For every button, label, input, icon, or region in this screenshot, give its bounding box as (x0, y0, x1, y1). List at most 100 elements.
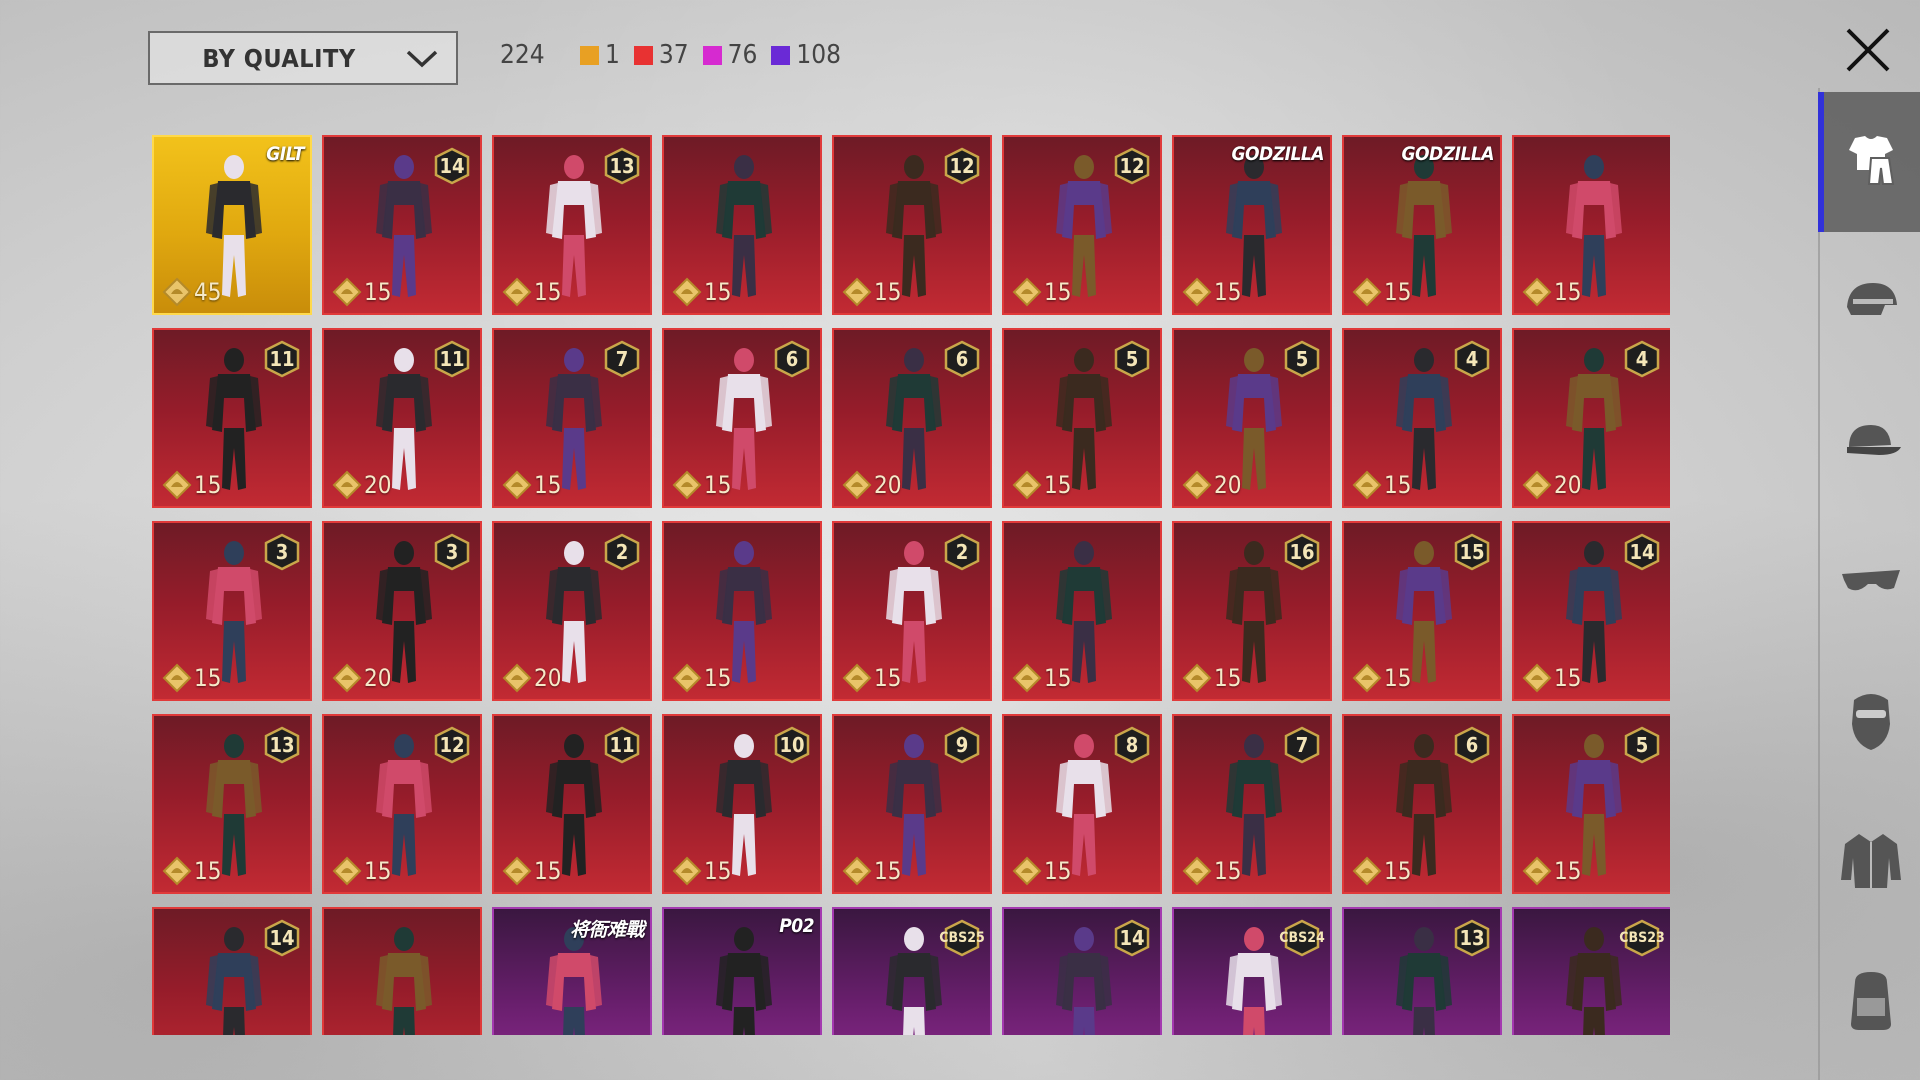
quality-swatch (633, 45, 653, 65)
rank-badge-value: 3 (275, 540, 289, 564)
outfit-tile[interactable]: 7 15 (1172, 714, 1332, 894)
outfit-tile[interactable]: 2 20 (492, 521, 652, 701)
sidebar-tab-cap[interactable] (1820, 372, 1920, 512)
sidebar-tab-jacket[interactable] (1820, 792, 1920, 932)
outfit-tile[interactable]: CBS23 (1512, 907, 1670, 1035)
rank-badge-value: 4 (1465, 347, 1479, 371)
outfit-tile[interactable]: 6 20 (832, 328, 992, 508)
outfit-tile[interactable]: 10 15 (662, 714, 822, 894)
outfit-tile[interactable]: 3 15 (152, 521, 312, 701)
price-value: 15 (1044, 278, 1072, 306)
sidebar-tab-helmet[interactable] (1820, 232, 1920, 372)
outfit-tile[interactable]: 5 20 (1172, 328, 1332, 508)
coin-icon (842, 277, 872, 307)
outfit-tile[interactable]: 16 15 (1172, 521, 1332, 701)
close-icon[interactable] (1838, 20, 1898, 80)
outfit-tile[interactable]: 3 20 (322, 521, 482, 701)
price-value: 15 (1554, 664, 1582, 692)
rank-badge-value: 8 (1125, 733, 1139, 757)
price-value: 15 (704, 471, 732, 499)
price: 15 (672, 470, 731, 500)
price: 15 (842, 277, 901, 307)
rank-badge-value: 4 (1635, 347, 1649, 371)
price-value: 15 (704, 857, 732, 885)
price-value: 15 (874, 664, 902, 692)
outfit-icon (1841, 130, 1901, 195)
outfit-tile[interactable]: 将衙难戰 (492, 907, 652, 1035)
outfit-tile[interactable]: 12 15 (832, 135, 992, 315)
outfit-tile[interactable]: 12 15 (1002, 135, 1162, 315)
rank-badge-value: 2 (955, 540, 969, 564)
sort-dropdown[interactable]: BY QUALITY (148, 31, 458, 85)
price-value: 15 (534, 857, 562, 885)
quality-swatch (702, 45, 722, 65)
quality-count-value: 37 (658, 40, 689, 70)
outfit-tile[interactable]: CBS24 (1172, 907, 1332, 1035)
outfit-tile[interactable]: 15 (1002, 521, 1162, 701)
outfit-tile[interactable]: 15 (662, 135, 822, 315)
coin-icon (162, 856, 192, 886)
price: 15 (672, 277, 731, 307)
price: 15 (502, 856, 561, 886)
outfit-tile[interactable]: 6 15 (662, 328, 822, 508)
price: 15 (672, 663, 731, 693)
price: 15 (502, 470, 561, 500)
outfit-tile[interactable]: 13 15 (492, 135, 652, 315)
outfit-tile[interactable]: GODZILLA 15 (1342, 135, 1502, 315)
outfit-tile[interactable]: 2 15 (832, 521, 992, 701)
price: 15 (1182, 277, 1241, 307)
sidebar-tab-backpack[interactable] (1820, 932, 1920, 1072)
price-value: 15 (1384, 857, 1412, 885)
rank-badge-value: 14 (1629, 540, 1655, 564)
rank-badge-value: 5 (1295, 347, 1309, 371)
outfit-tile[interactable]: CBS25 (832, 907, 992, 1035)
outfit-tile[interactable]: 15 (1512, 135, 1670, 315)
outfit-tile[interactable]: 8 15 (1002, 714, 1162, 894)
outfit-tile[interactable]: 11 15 (152, 328, 312, 508)
rank-badge-value: 16 (1289, 540, 1315, 564)
outfit-tile[interactable]: 14 15 (322, 135, 482, 315)
price-value: 15 (1214, 664, 1242, 692)
outfit-tile[interactable]: 14 (152, 907, 312, 1035)
outfit-tile[interactable]: 5 15 (1002, 328, 1162, 508)
outfit-tile[interactable]: 9 15 (832, 714, 992, 894)
quality-count-value: 1 (605, 40, 620, 70)
price-value: 15 (1044, 471, 1072, 499)
outfit-tile[interactable]: 7 15 (492, 328, 652, 508)
rank-badge-value: 7 (1295, 733, 1309, 757)
price: 20 (502, 663, 561, 693)
outfit-tile[interactable]: GILT 45 (152, 135, 312, 315)
outfit-tile[interactable] (322, 907, 482, 1035)
outfit-tile[interactable]: P02 (662, 907, 822, 1035)
outfit-tile[interactable]: 12 15 (322, 714, 482, 894)
quality-count-value: 108 (796, 40, 842, 70)
outfit-tile[interactable]: 11 20 (322, 328, 482, 508)
outfit-tile[interactable]: 15 15 (1342, 521, 1502, 701)
mask-icon (1846, 688, 1896, 757)
outfit-tile[interactable]: 14 (1002, 907, 1162, 1035)
outfit-tile[interactable]: 4 15 (1342, 328, 1502, 508)
quality-count-value: 76 (727, 40, 758, 70)
backpack-icon (1843, 968, 1899, 1037)
outfit-tile[interactable]: 11 15 (492, 714, 652, 894)
sidebar-tab-outfit[interactable] (1818, 92, 1920, 232)
price-value: 15 (534, 278, 562, 306)
rank-badge-value: CBS25 (939, 930, 985, 946)
outfit-tile[interactable]: 13 (1342, 907, 1502, 1035)
total-count: 224 (500, 40, 545, 70)
coin-icon (162, 277, 192, 307)
price-value: 15 (1384, 278, 1412, 306)
outfit-tile[interactable]: 4 20 (1512, 328, 1670, 508)
outfit-tile[interactable]: 14 15 (1512, 521, 1670, 701)
price: 45 (162, 277, 221, 307)
outfit-tile[interactable]: 6 15 (1342, 714, 1502, 894)
outfit-tile[interactable]: 5 15 (1512, 714, 1670, 894)
price: 15 (1352, 277, 1411, 307)
outfit-tile[interactable]: 15 (662, 521, 822, 701)
sidebar-tab-glasses[interactable] (1820, 512, 1920, 652)
rank-badge-value: 12 (439, 733, 465, 757)
sidebar-tab-mask[interactable] (1820, 652, 1920, 792)
outfit-tile[interactable]: GODZILLA 15 (1172, 135, 1332, 315)
outfit-tile[interactable]: 13 15 (152, 714, 312, 894)
coin-icon (162, 663, 192, 693)
